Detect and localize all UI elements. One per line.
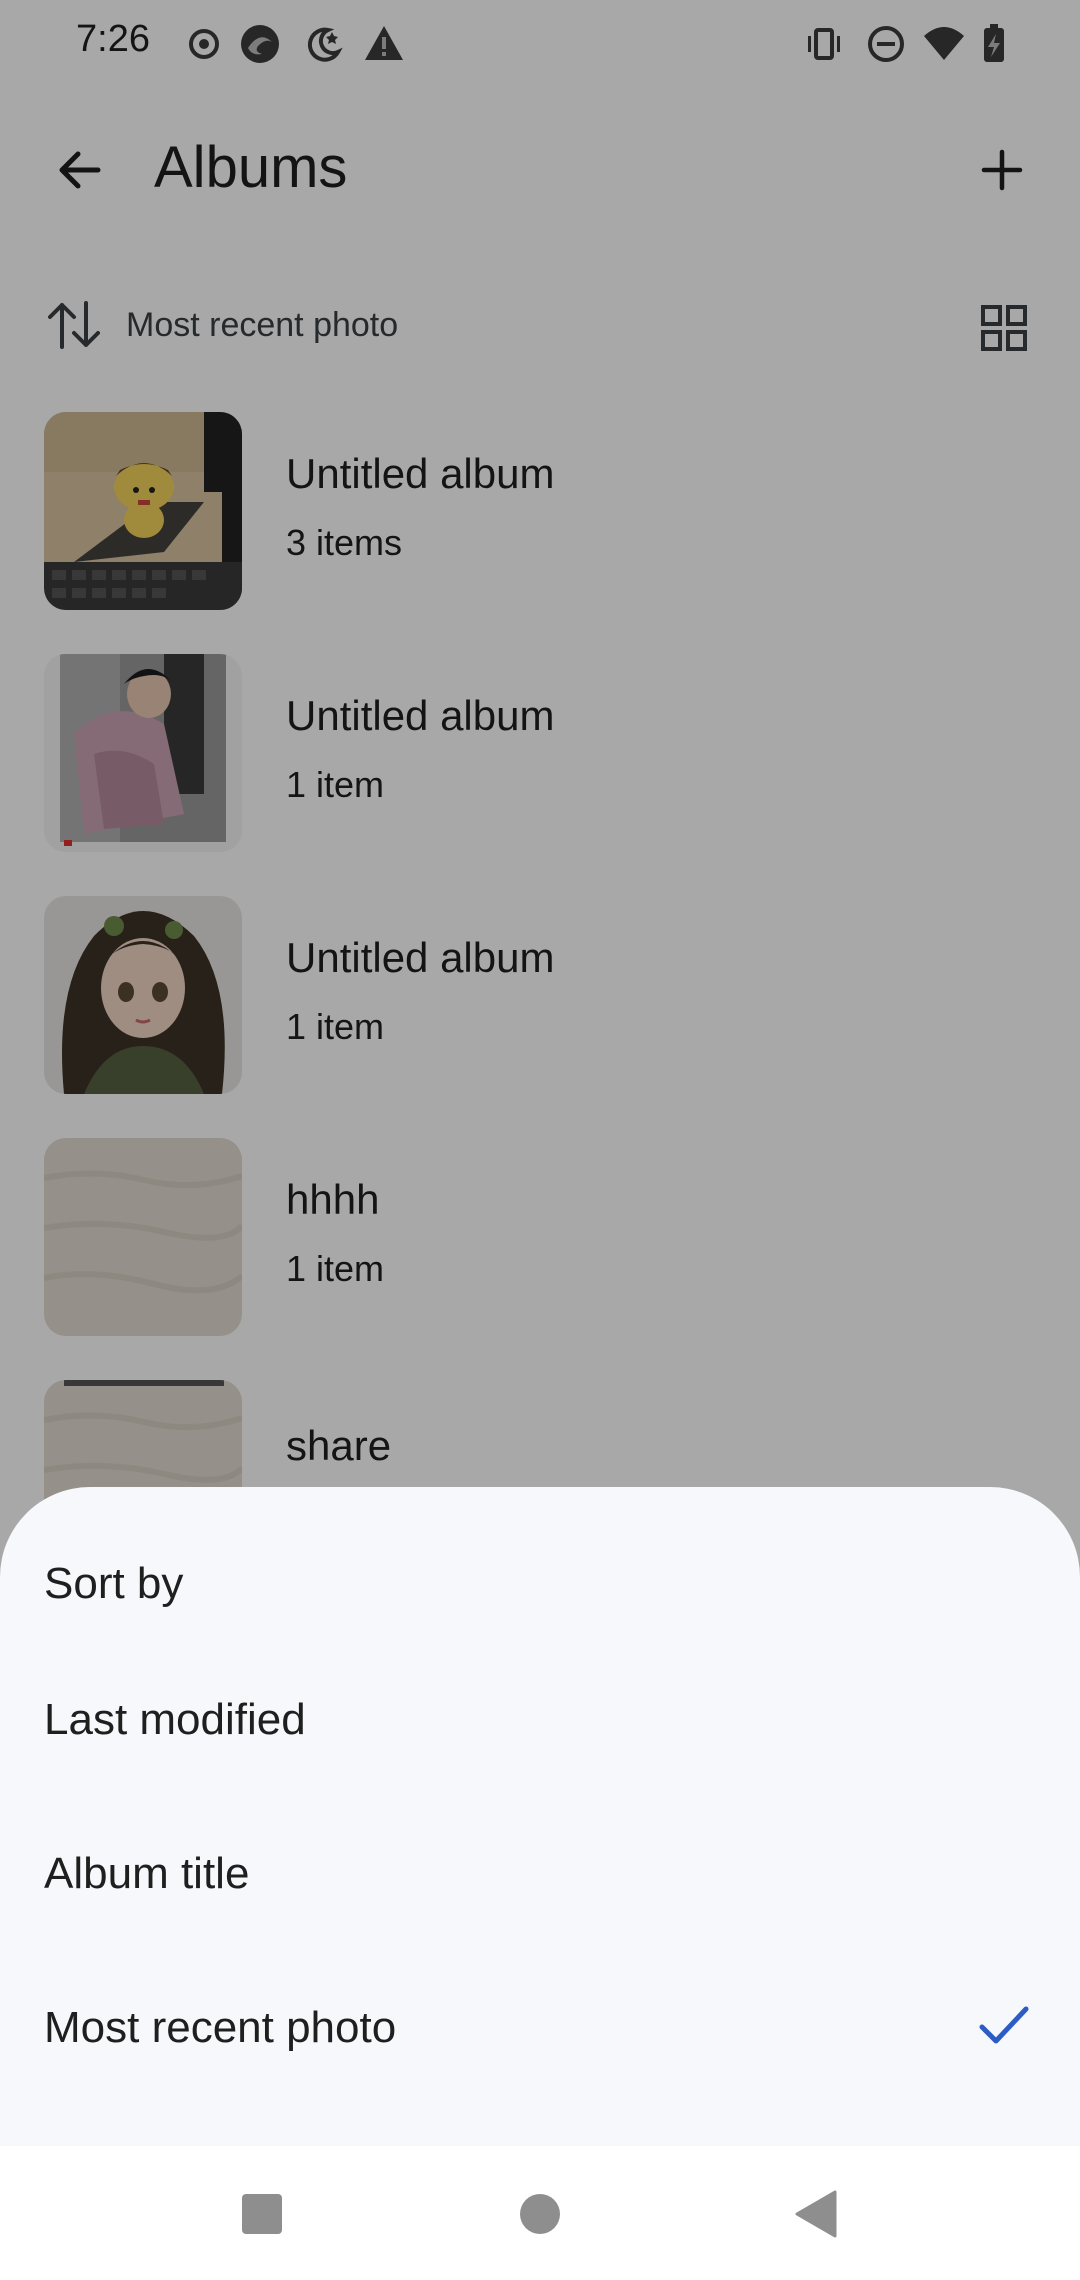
sort-option-label: Album title <box>44 1849 250 1898</box>
sort-option-label: Most recent photo <box>44 2003 397 2052</box>
circle-icon <box>520 2194 560 2234</box>
recents-button[interactable] <box>224 2176 300 2252</box>
back-nav-button[interactable] <box>778 2176 854 2252</box>
home-button[interactable] <box>502 2176 578 2252</box>
square-icon <box>242 2194 282 2234</box>
sort-option-album-title[interactable]: Album title <box>0 1803 1080 1943</box>
sort-option-most-recent-photo[interactable]: Most recent photo <box>0 1957 1080 2097</box>
sort-bottom-sheet: Sort by Last modified Album title Most r… <box>0 1487 1080 2146</box>
check-icon <box>979 2006 1029 2044</box>
triangle-back-icon <box>795 2190 837 2238</box>
system-navigation-bar <box>0 2146 1080 2280</box>
sort-option-last-modified[interactable]: Last modified <box>0 1649 1080 1789</box>
albums-screen: 7:26 Albums Most recent photo Untitled a… <box>0 0 1080 2280</box>
sheet-title: Sort by <box>44 1559 184 1608</box>
sort-option-label: Last modified <box>44 1695 306 1744</box>
